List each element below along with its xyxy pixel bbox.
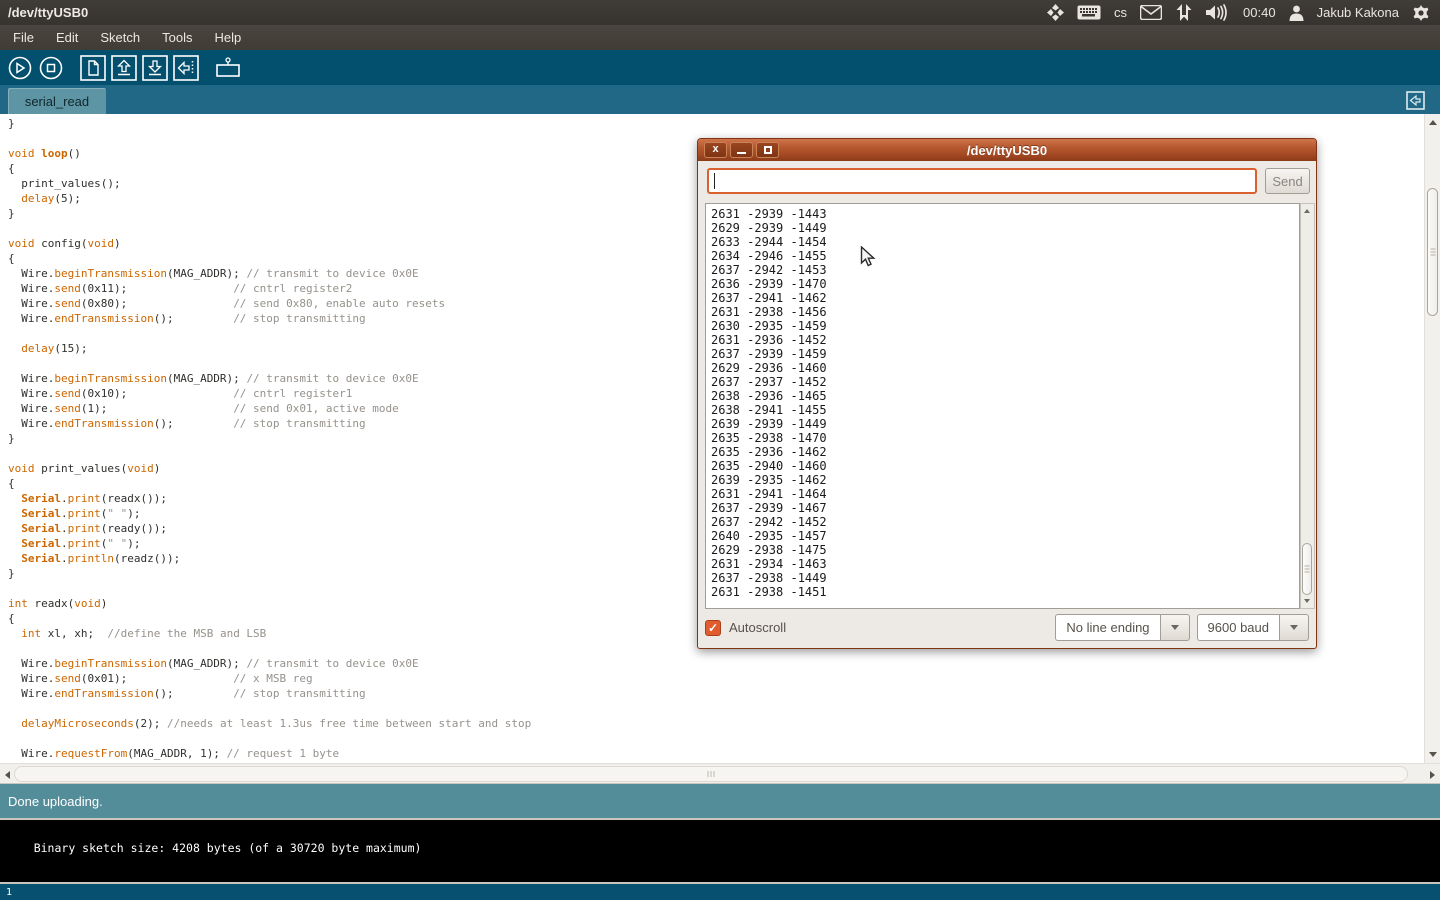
tab-serial-read[interactable]: serial_read [8, 88, 106, 114]
editor-vertical-scrollbar[interactable] [1424, 114, 1440, 763]
send-button[interactable]: Send [1265, 168, 1310, 194]
scrollbar-grip [1430, 249, 1435, 256]
status-bar: Done uploading. [0, 784, 1440, 818]
line-ending-value[interactable]: No line ending [1055, 614, 1159, 641]
upload-button[interactable] [172, 54, 200, 82]
status-message: Done uploading. [8, 794, 103, 809]
serial-scrollbar-thumb[interactable] [1302, 543, 1312, 595]
network-updown-icon[interactable] [1175, 4, 1193, 21]
scrollbar-grip [708, 771, 715, 777]
system-tray: cs 00:40 Jakub Kakona [1047, 4, 1440, 22]
clock[interactable]: 00:40 [1243, 5, 1276, 20]
scroll-down-arrow-icon[interactable] [1304, 599, 1310, 603]
new-sketch-button[interactable] [79, 54, 107, 82]
chevron-down-icon [1290, 625, 1298, 630]
stop-button[interactable] [37, 54, 65, 82]
autoscroll-label[interactable]: Autoscroll [729, 620, 786, 635]
code-line [8, 731, 1424, 746]
vertical-scrollbar-thumb[interactable] [1427, 188, 1438, 316]
top-panel: /dev/ttyUSB0 cs 00:40 Jakub Kakona [0, 0, 1440, 25]
scrollbar-grip [1305, 566, 1310, 573]
code-line: delayMicroseconds(2); //needs at least 1… [8, 716, 1424, 731]
volume-icon[interactable] [1206, 4, 1230, 21]
console-output: Binary sketch size: 4208 bytes (of a 307… [34, 841, 422, 855]
build-console: Binary sketch size: 4208 bytes (of a 307… [0, 818, 1440, 884]
username-label[interactable]: Jakub Kakona [1317, 5, 1399, 20]
serial-monitor-controls: ✓ Autoscroll No line ending 9600 baud [698, 607, 1316, 648]
serial-monitor-button[interactable] [214, 54, 242, 82]
autoscroll-checkbox[interactable]: ✓ [705, 620, 721, 636]
mail-envelope-icon[interactable] [1140, 5, 1162, 20]
line-indicator: 1 [6, 887, 12, 898]
horizontal-scrollbar-thumb[interactable] [14, 766, 1408, 782]
scroll-left-arrow-icon[interactable] [5, 771, 10, 779]
minimize-icon[interactable] [730, 142, 753, 158]
maximize-icon[interactable] [756, 142, 779, 158]
ide-toolbar [0, 50, 1440, 85]
chevron-down-icon [1171, 625, 1179, 630]
code-line: Wire.requestFrom(MAG_ADDR, 1); // reques… [8, 746, 1424, 761]
scroll-up-arrow-icon[interactable] [1429, 120, 1437, 125]
code-line: Wire.send(0x01); // x MSB reg [8, 671, 1424, 686]
check-icon: ✓ [708, 622, 718, 634]
dropdown-arrow-button[interactable] [1160, 614, 1190, 641]
scroll-right-arrow-icon[interactable] [1430, 771, 1435, 779]
serial-output-text: 2631 -2939 -1443 2629 -2939 -1449 2633 -… [706, 204, 1299, 599]
editor-horizontal-scrollbar[interactable] [0, 763, 1440, 784]
session-gear-icon[interactable] [1412, 4, 1430, 22]
serial-send-input[interactable] [707, 168, 1257, 194]
window-controls: x [704, 142, 779, 158]
line-indicator-bar: 1 [0, 884, 1440, 900]
user-icon[interactable] [1289, 5, 1304, 21]
tab-menu-button[interactable] [1405, 90, 1425, 110]
desktop: /dev/ttyUSB0 cs 00:40 Jakub Kakona [0, 0, 1440, 900]
code-line: Wire.beginTransmission(MAG_ADDR); // tra… [8, 656, 1424, 671]
serial-scrollbar[interactable] [1300, 203, 1315, 609]
serial-monitor-window: /dev/ttyUSB0 x Send 2631 -2939 -1443 262… [697, 138, 1317, 649]
menu-item-help[interactable]: Help [205, 26, 250, 49]
menu-item-sketch[interactable]: Sketch [91, 26, 149, 49]
code-line [8, 701, 1424, 716]
tab-bar: serial_read [0, 85, 1440, 114]
menu-bar: FileEditSketchToolsHelp [0, 25, 1440, 50]
menu-item-tools[interactable]: Tools [153, 26, 201, 49]
open-button[interactable] [110, 54, 138, 82]
line-ending-dropdown[interactable]: No line ending [1055, 614, 1189, 641]
serial-output-area[interactable]: 2631 -2939 -1443 2629 -2939 -1449 2633 -… [705, 203, 1300, 609]
baud-rate-dropdown[interactable]: 9600 baud [1197, 614, 1309, 641]
scroll-down-arrow-icon[interactable] [1429, 752, 1437, 757]
keyboard-layout-label[interactable]: cs [1114, 5, 1127, 20]
keyboard-layout-icon[interactable] [1077, 5, 1101, 20]
verify-button[interactable] [6, 54, 34, 82]
baud-rate-value[interactable]: 9600 baud [1197, 614, 1279, 641]
code-line: } [8, 116, 1424, 131]
code-line: Wire.endTransmission(); // stop transmit… [8, 686, 1424, 701]
serial-monitor-titlebar[interactable]: /dev/ttyUSB0 x [698, 139, 1316, 161]
text-caret [714, 173, 715, 189]
menu-item-file[interactable]: File [4, 26, 43, 49]
serial-monitor-title: /dev/ttyUSB0 [698, 143, 1316, 158]
dropdown-arrow-button[interactable] [1279, 614, 1309, 641]
mouse-cursor [860, 246, 877, 269]
indicator-pinwheel-icon[interactable] [1047, 4, 1064, 21]
menu-item-edit[interactable]: Edit [47, 26, 87, 49]
save-button[interactable] [141, 54, 169, 82]
focused-window-title: /dev/ttyUSB0 [0, 5, 88, 20]
close-icon[interactable]: x [704, 142, 727, 158]
scroll-up-arrow-icon[interactable] [1304, 209, 1310, 213]
